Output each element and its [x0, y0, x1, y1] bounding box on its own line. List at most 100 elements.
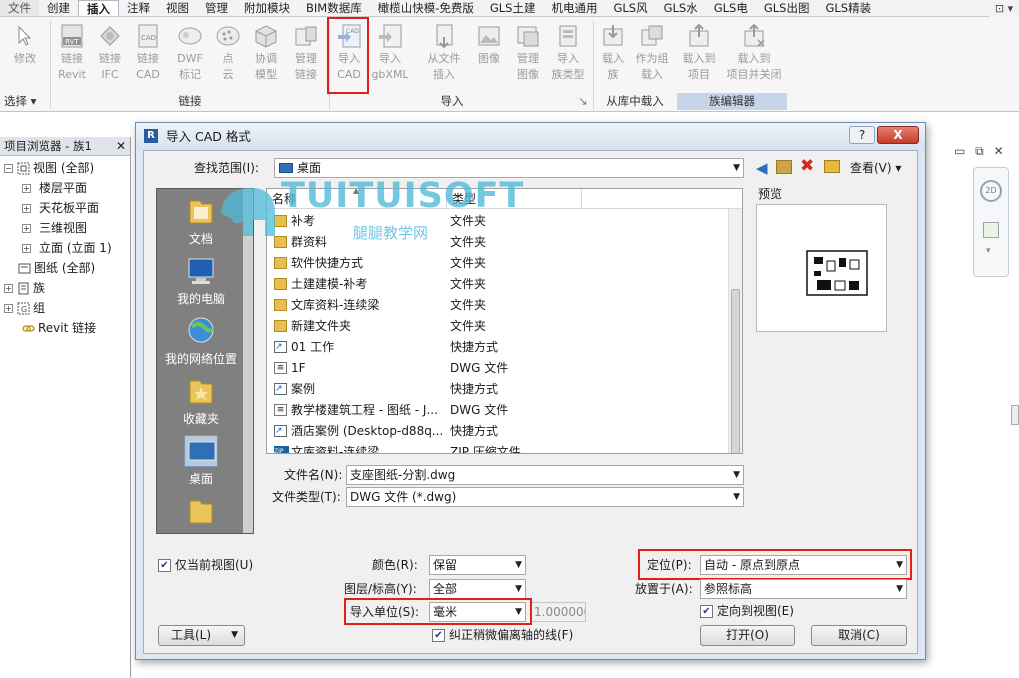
canvas-scrollbar[interactable] [1011, 405, 1019, 425]
import-gbxml-button[interactable]: 导入 gbXML [367, 20, 413, 83]
tree-item-revit-links[interactable]: Revit 链接 [22, 318, 96, 338]
positioning-select[interactable]: 自动 - 原点到原点 ▼ [700, 555, 907, 575]
look-in-select[interactable]: 桌面 ▼ [274, 158, 744, 178]
view-window-controls[interactable]: ▭ ⧉ ✕ [954, 144, 1014, 162]
point-cloud-button[interactable]: 点 云 [210, 20, 246, 83]
tab-gls-water[interactable]: GLS水 [656, 0, 706, 16]
tab-file[interactable]: 文件 [0, 0, 39, 16]
import-cad-button[interactable]: CAD 导入 CAD [331, 20, 367, 83]
file-list-scrollbar[interactable] [728, 209, 742, 453]
load-into-project-and-close-button[interactable]: 载入到 项目并关闭 [722, 20, 786, 83]
tree-item-floor-plans[interactable]: + 楼层平面 [22, 178, 87, 198]
coordination-model-button[interactable]: 协调 模型 [246, 20, 286, 83]
tree-item-sheets[interactable]: 图纸 (全部) [18, 258, 95, 278]
place-network[interactable]: 我的网络位置 [157, 315, 245, 367]
image-button[interactable]: 图像 [470, 20, 508, 67]
tab-glsmodel[interactable]: 橄榄山快模-免费版 [370, 0, 482, 16]
tree-item-groups[interactable]: + G 组 [4, 298, 45, 318]
correct-lines-checkbox[interactable]: ✔ [432, 629, 445, 642]
place-at-select[interactable]: 参照标高 ▼ [700, 579, 907, 599]
manage-images-button[interactable]: 管理 图像 [508, 20, 548, 83]
close-icon[interactable]: ✕ [116, 137, 126, 156]
tab-gls-electric[interactable]: GLS电 [706, 0, 756, 16]
file-row[interactable]: ≡ 1F DWG 文件 [267, 358, 727, 379]
current-view-only-checkbox[interactable]: ✔ [158, 559, 171, 572]
file-row[interactable]: 补考 文件夹 [267, 211, 727, 232]
tree-item-elevations[interactable]: + 立面 (立面 1) [22, 238, 112, 258]
collapse-icon[interactable]: − [4, 163, 13, 173]
import-units-select[interactable]: 毫米 ▼ [429, 602, 526, 622]
load-family-button[interactable]: 载入 族 [596, 20, 630, 83]
restore-icon[interactable]: ⧉ [975, 144, 984, 158]
file-row[interactable]: 群资料 文件夹 [267, 232, 727, 253]
tab-gls-drawing[interactable]: GLS出图 [756, 0, 818, 16]
tab-manage[interactable]: 管理 [197, 0, 236, 16]
open-button[interactable]: 打开(O) [700, 625, 795, 646]
link-cad-button[interactable]: CAD 链接 CAD [128, 20, 168, 83]
layers-select[interactable]: 全部 ▼ [429, 579, 526, 599]
insert-from-file-button[interactable]: 从文件 插入 [420, 20, 468, 83]
tree-item-views[interactable]: − 视图 (全部) [4, 158, 94, 178]
manage-links-button[interactable]: 管理 链接 [286, 20, 326, 83]
dialog-close-button[interactable]: X [877, 126, 919, 144]
file-name-input[interactable]: 支座图纸-分割.dwg ▼ [346, 465, 744, 485]
tab-gls-hvac[interactable]: GLS风 [605, 0, 655, 16]
place-documents[interactable]: 文档 [157, 195, 245, 247]
chevron-down-icon[interactable]: ▾ [986, 246, 996, 256]
tree-item-families[interactable]: + 族 [4, 278, 45, 298]
up-folder-icon[interactable] [776, 160, 792, 174]
close-view-icon[interactable]: ✕ [994, 144, 1004, 158]
view-menu[interactable]: 查看(V) ▾ [850, 158, 901, 178]
expand-icon[interactable]: + [22, 203, 31, 213]
zoom-icon[interactable] [983, 222, 999, 238]
place-my-computer[interactable]: 我的电脑 [157, 255, 245, 307]
file-row[interactable]: ≡ 教学楼建筑工程 - 图纸 - J... DWG 文件 [267, 400, 727, 421]
import-family-types-button[interactable]: 导入 族类型 [548, 20, 588, 83]
tools-button[interactable]: 工具(L) ▼ [158, 625, 245, 646]
tab-insert[interactable]: 插入 [78, 0, 119, 16]
dialog-title-bar[interactable]: R 导入 CAD 格式 ? X [136, 123, 925, 150]
place-favorites[interactable]: 收藏夹 [157, 375, 245, 427]
tab-addins[interactable]: 附加模块 [236, 0, 298, 16]
panel-import-launcher-icon[interactable]: ↘ [576, 93, 590, 110]
expand-icon[interactable]: + [22, 243, 31, 253]
expand-icon[interactable]: + [22, 183, 31, 193]
back-arrow-icon[interactable]: ◀ [756, 159, 768, 177]
expand-icon[interactable]: + [4, 283, 13, 293]
tree-item-ceiling-plans[interactable]: + 天花板平面 [22, 198, 99, 218]
file-row[interactable]: 新建文件夹 文件夹 [267, 316, 727, 337]
link-revit-button[interactable]: RVT 链接 Revit [52, 20, 92, 83]
places-scrollbar[interactable] [243, 189, 253, 533]
cancel-button[interactable]: 取消(C) [811, 625, 907, 646]
file-row[interactable]: ZIP 文库资料-连续梁 ZIP 压缩文件 [267, 442, 727, 453]
view-cube-icon[interactable]: 2D [980, 180, 1002, 202]
tab-annotate[interactable]: 注释 [119, 0, 158, 16]
tab-gls-decoration[interactable]: GLS精装 [817, 0, 879, 16]
expand-icon[interactable]: + [4, 303, 13, 313]
file-row[interactable]: ↗ 案例 快捷方式 [267, 379, 727, 400]
tab-view[interactable]: 视图 [158, 0, 197, 16]
tab-mep[interactable]: 机电通用 [543, 0, 605, 16]
ribbon-minimize-toggle[interactable]: ⊡ ▾ [989, 0, 1019, 17]
tree-item-3d-views[interactable]: + 三维视图 [22, 218, 87, 238]
help-button[interactable]: ? [849, 126, 875, 144]
file-type-select[interactable]: DWG 文件 (*.dwg) ▼ [346, 487, 744, 507]
modify-button[interactable]: 修改 [6, 20, 44, 67]
new-folder-icon[interactable] [824, 160, 840, 173]
tab-create[interactable]: 创建 [39, 0, 78, 16]
load-as-group-button[interactable]: 作为组 载入 [630, 20, 674, 83]
link-ifc-button[interactable]: 链接 IFC [92, 20, 128, 83]
place-more-folder[interactable] [157, 495, 245, 530]
minimize-icon[interactable]: ▭ [954, 144, 965, 158]
scrollbar-thumb[interactable] [731, 289, 740, 453]
file-row[interactable]: ↗ 01 工作 快捷方式 [267, 337, 727, 358]
file-row[interactable]: 软件快捷方式 文件夹 [267, 253, 727, 274]
file-row[interactable]: 土建建模-补考 文件夹 [267, 274, 727, 295]
column-type-header[interactable]: 类型 [447, 189, 582, 209]
dwf-markup-button[interactable]: DWF 标记 [170, 20, 210, 83]
file-row[interactable]: 文库资料-连续梁 文件夹 [267, 295, 727, 316]
load-into-project-button[interactable]: 载入到 项目 [677, 20, 721, 83]
expand-icon[interactable]: + [22, 223, 31, 233]
place-desktop[interactable]: 桌面 [157, 435, 245, 487]
delete-icon[interactable]: ✖ [800, 156, 814, 176]
